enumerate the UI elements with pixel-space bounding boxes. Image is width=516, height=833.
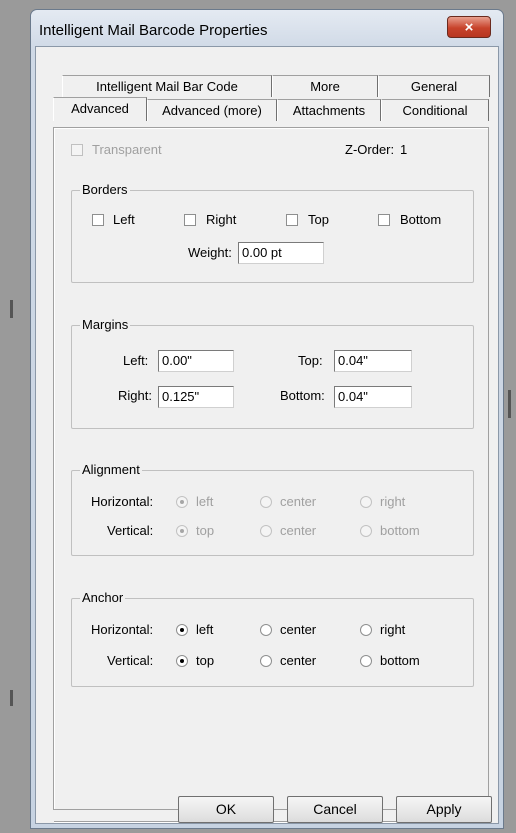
alignment-h-right-radio[interactable] xyxy=(360,496,372,508)
anchor-h-right-label: right xyxy=(380,622,406,637)
close-button[interactable]: × xyxy=(447,16,491,38)
tab-attachments[interactable]: Attachments xyxy=(277,99,381,121)
margin-left-field[interactable]: 0.00" xyxy=(158,350,234,372)
weight-label: Weight: xyxy=(188,245,232,260)
margin-left-label: Left: xyxy=(123,353,149,368)
alignment-h-center-radio[interactable] xyxy=(260,496,272,508)
dialog-client: Intelligent Mail Bar Code More General A… xyxy=(35,46,499,824)
alignment-vertical-label: Vertical: xyxy=(107,523,154,538)
alignment-h-left-radio[interactable] xyxy=(176,496,188,508)
anchor-v-bottom-radio[interactable] xyxy=(360,655,372,667)
anchor-horizontal-label: Horizontal: xyxy=(91,622,154,637)
anchor-h-center-label: center xyxy=(280,622,317,637)
anchor-h-left-radio[interactable] xyxy=(176,624,188,636)
alignment-v-center-label: center xyxy=(280,523,317,538)
zorder-value: 1 xyxy=(400,142,408,157)
advanced-tab-panel: Transparent Z-Order: 1 Borders Left Righ… xyxy=(53,127,489,810)
margin-bottom-field[interactable]: 0.04" xyxy=(334,386,412,408)
anchor-h-left-label: left xyxy=(196,622,214,637)
ok-button[interactable]: OK xyxy=(178,796,274,823)
margin-right-field[interactable]: 0.125" xyxy=(158,386,234,408)
borders-group: Borders Left Right Top Bottom Weight: 0.… xyxy=(71,182,474,283)
borders-title: Borders xyxy=(80,182,130,197)
alignment-group: Alignment Horizontal: left center right … xyxy=(71,462,474,556)
background-mark xyxy=(10,690,13,706)
weight-field[interactable]: 0.00 pt xyxy=(238,242,324,264)
anchor-v-top-label: top xyxy=(196,653,215,668)
transparent-label: Transparent xyxy=(92,142,162,157)
anchor-v-bottom-label: bottom xyxy=(380,653,420,668)
anchor-v-top-radio[interactable] xyxy=(176,655,188,667)
tab-more[interactable]: More xyxy=(272,75,378,97)
alignment-v-top-radio[interactable] xyxy=(176,525,188,537)
tab-advanced-more[interactable]: Advanced (more) xyxy=(147,99,277,121)
border-top-checkbox[interactable] xyxy=(286,214,298,226)
tab-intelligent-mail-bar-code[interactable]: Intelligent Mail Bar Code xyxy=(62,75,272,97)
tab-general[interactable]: General xyxy=(378,75,490,97)
transparent-checkbox[interactable] xyxy=(71,144,83,156)
margins-title: Margins xyxy=(80,317,131,332)
anchor-group: Anchor Horizontal: left center right Ver… xyxy=(71,590,474,687)
close-icon: × xyxy=(464,18,474,36)
alignment-v-center-radio[interactable] xyxy=(260,525,272,537)
apply-button[interactable]: Apply xyxy=(396,796,492,823)
zorder-label: Z-Order: xyxy=(345,142,395,157)
margin-top-label: Top: xyxy=(298,353,323,368)
border-bottom-checkbox[interactable] xyxy=(378,214,390,226)
border-right-checkbox[interactable] xyxy=(184,214,196,226)
border-left-checkbox[interactable] xyxy=(92,214,104,226)
background-mark xyxy=(10,300,13,318)
alignment-h-left-label: left xyxy=(196,494,214,509)
border-bottom-label: Bottom xyxy=(400,212,442,227)
anchor-title: Anchor xyxy=(80,590,126,605)
margin-bottom-label: Bottom: xyxy=(280,388,325,403)
margin-right-label: Right: xyxy=(118,388,152,403)
alignment-title: Alignment xyxy=(80,462,142,477)
alignment-h-right-label: right xyxy=(380,494,406,509)
border-right-label: Right xyxy=(206,212,237,227)
properties-dialog: Intelligent Mail Barcode Properties × In… xyxy=(30,9,504,829)
alignment-v-bottom-label: bottom xyxy=(380,523,420,538)
anchor-vertical-label: Vertical: xyxy=(107,653,154,668)
background-mark xyxy=(508,390,511,418)
border-top-label: Top xyxy=(308,212,329,227)
alignment-h-center-label: center xyxy=(280,494,317,509)
tab-conditional[interactable]: Conditional xyxy=(381,99,489,121)
border-left-label: Left xyxy=(113,212,135,227)
tab-advanced[interactable]: Advanced xyxy=(53,97,147,121)
alignment-v-bottom-radio[interactable] xyxy=(360,525,372,537)
alignment-horizontal-label: Horizontal: xyxy=(91,494,154,509)
margin-top-field[interactable]: 0.04" xyxy=(334,350,412,372)
anchor-h-center-radio[interactable] xyxy=(260,624,272,636)
anchor-v-center-label: center xyxy=(280,653,317,668)
cancel-button[interactable]: Cancel xyxy=(287,796,383,823)
dialog-title: Intelligent Mail Barcode Properties xyxy=(39,22,268,39)
anchor-h-right-radio[interactable] xyxy=(360,624,372,636)
alignment-v-top-label: top xyxy=(196,523,215,538)
margins-group: Margins Left: 0.00" Top: 0.04" Right: 0.… xyxy=(71,317,474,429)
anchor-v-center-radio[interactable] xyxy=(260,655,272,667)
